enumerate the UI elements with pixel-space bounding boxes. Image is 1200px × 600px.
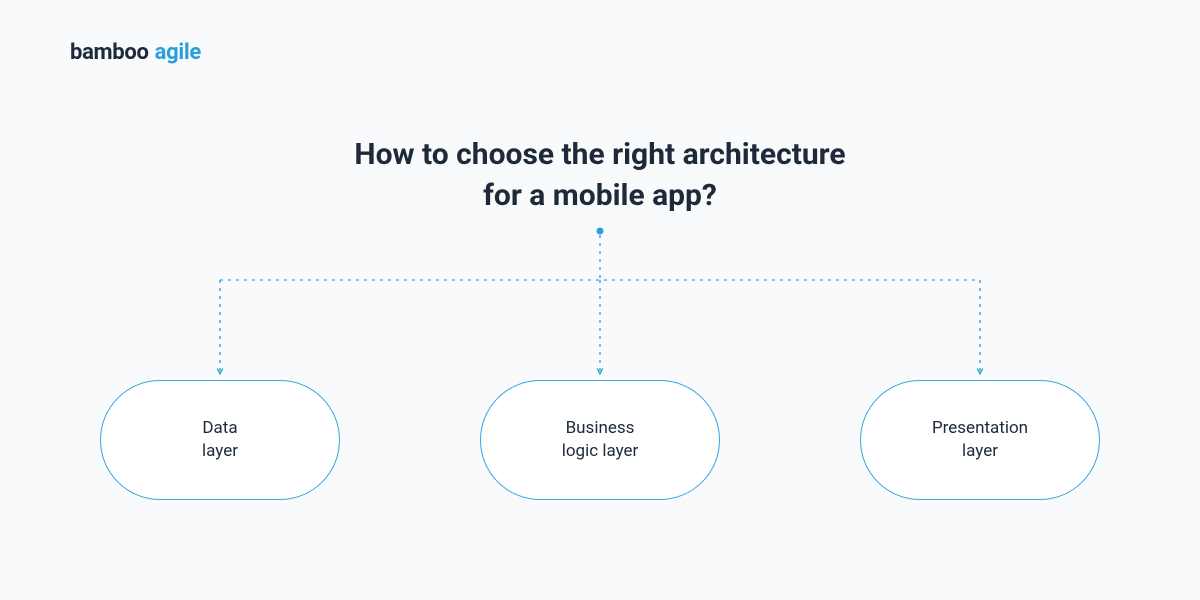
brand-word-2: agile — [155, 40, 201, 65]
node-label: Businesslogic layer — [562, 417, 639, 463]
diagram-title: How to choose the right architecture for… — [0, 135, 1200, 216]
node-data-layer: Datalayer — [100, 380, 340, 500]
brand-word-1: bamboo — [70, 40, 149, 65]
node-label: Presentationlayer — [932, 417, 1028, 463]
node-presentation-layer: Presentationlayer — [860, 380, 1100, 500]
brand-logo: bambooagile — [70, 40, 201, 65]
nodes-row: Datalayer Businesslogic layer Presentati… — [0, 380, 1200, 500]
node-label: Datalayer — [202, 417, 238, 463]
node-business-logic-layer: Businesslogic layer — [480, 380, 720, 500]
title-line-1: How to choose the right architecture — [0, 135, 1200, 176]
title-line-2: for a mobile app? — [0, 176, 1200, 217]
connector-lines — [0, 225, 1200, 405]
connector-root-dot — [597, 228, 604, 235]
